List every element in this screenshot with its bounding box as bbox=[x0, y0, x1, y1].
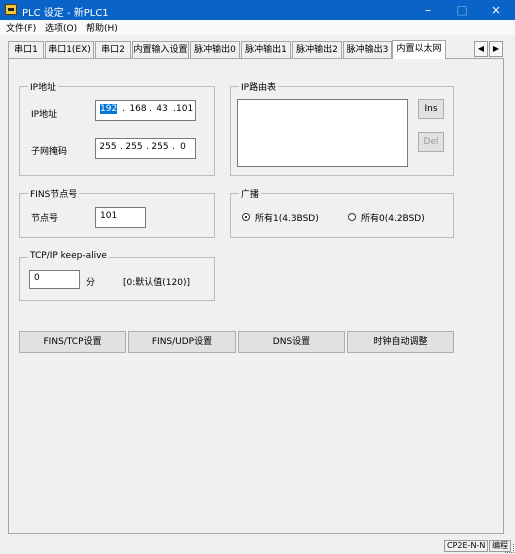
menu-bar: 文件(F) 选项(O) 帮助(H) bbox=[0, 20, 515, 35]
del-button[interactable]: Del bbox=[418, 132, 444, 152]
ins-button[interactable]: Ins bbox=[418, 99, 444, 119]
fins-tcp-settings-button[interactable]: FINS/TCP设置 bbox=[19, 331, 126, 353]
ip-dot-1: . bbox=[122, 104, 125, 114]
window-title: PLC 设定 - 新PLC1 bbox=[22, 8, 109, 19]
subnet-mask-label: 子网掩码 bbox=[31, 147, 68, 157]
ip-address-label: IP地址 bbox=[31, 110, 58, 120]
resize-grip-icon[interactable] bbox=[505, 544, 514, 553]
status-plc-model: CP2E-N-N bbox=[444, 540, 489, 552]
ip-octet-1: 192 bbox=[100, 104, 118, 114]
node-number-input[interactable]: 101 bbox=[95, 207, 146, 228]
broadcast-option-all-zeros-label: 所有0(4.2BSD) bbox=[361, 214, 425, 224]
menu-help[interactable]: 帮助(H) bbox=[86, 21, 118, 34]
keepalive-group-title: TCP/IP keep-alive bbox=[28, 251, 109, 261]
fins-udp-settings-button[interactable]: FINS/UDP设置 bbox=[128, 331, 236, 353]
plc-app-icon bbox=[5, 4, 17, 15]
ip-route-list[interactable] bbox=[237, 99, 408, 167]
tab-serial-2[interactable]: 串口2 bbox=[95, 41, 131, 58]
ip-octet-2: 168 bbox=[129, 104, 147, 114]
mask-dot-2: . bbox=[146, 142, 149, 152]
keepalive-input[interactable]: 0 bbox=[29, 270, 80, 289]
maximize-button[interactable]: □ bbox=[444, 0, 480, 20]
radio-selected-icon bbox=[242, 213, 250, 221]
title-bar: PLC 设定 - 新PLC1 – □ × bbox=[0, 0, 515, 20]
mask-octet-4: 0 bbox=[180, 142, 186, 152]
status-bar: CP2E-N-N 编程 bbox=[0, 538, 515, 554]
tab-builtin-input[interactable]: 内置输入设置 bbox=[132, 41, 189, 58]
tab-builtin-ethernet[interactable]: 内置以太网 bbox=[392, 40, 446, 59]
tab-serial-1-ex[interactable]: 串口1(EX) bbox=[45, 41, 94, 58]
broadcast-option-all-ones-label: 所有1(4.3BSD) bbox=[255, 214, 319, 224]
tab-strip: 串口1 串口1(EX) 串口2 内置输入设置 脉冲输出0 脉冲输出1 脉冲输出2… bbox=[8, 40, 504, 59]
close-button[interactable]: × bbox=[478, 0, 514, 20]
clock-auto-adjust-button[interactable]: 时钟自动调整 bbox=[347, 331, 454, 353]
menu-options[interactable]: 选项(O) bbox=[45, 21, 77, 34]
keepalive-unit-label: 分 bbox=[86, 278, 96, 288]
tab-serial-1[interactable]: 串口1 bbox=[8, 41, 44, 58]
mask-dot-1: . bbox=[120, 142, 123, 152]
broadcast-group-title: 广播 bbox=[239, 187, 262, 200]
mask-octet-2: 255 bbox=[125, 142, 143, 152]
tab-scroll-left-button[interactable]: ◀ bbox=[474, 41, 488, 57]
radio-unselected-icon bbox=[348, 213, 356, 221]
keepalive-default-note: [0:默认值(120)] bbox=[123, 278, 190, 288]
ip-route-group-title: IP路由表 bbox=[239, 80, 279, 93]
fins-node-group-title: FINS节点号 bbox=[28, 187, 80, 200]
ip-address-input[interactable]: 192 . 168 . 43 . 101 bbox=[95, 100, 196, 121]
ip-octet-4: 101 bbox=[176, 104, 194, 114]
minimize-button[interactable]: – bbox=[410, 0, 446, 20]
broadcast-option-all-zeros[interactable]: 所有0(4.2BSD) bbox=[348, 211, 438, 224]
node-number-label: 节点号 bbox=[31, 214, 59, 224]
broadcast-option-all-ones[interactable]: 所有1(4.3BSD) bbox=[242, 211, 332, 224]
tab-pulse-2[interactable]: 脉冲输出2 bbox=[292, 41, 342, 58]
ip-address-group-title: IP地址 bbox=[28, 80, 59, 93]
ip-octet-3: 43 bbox=[156, 104, 168, 114]
ip-dot-2: . bbox=[149, 104, 152, 114]
tab-pulse-0[interactable]: 脉冲输出0 bbox=[190, 41, 240, 58]
tab-pulse-3[interactable]: 脉冲输出3 bbox=[343, 41, 392, 58]
subnet-mask-input[interactable]: 255 . 255 . 255 . 0 bbox=[95, 138, 196, 159]
dns-settings-button[interactable]: DNS设置 bbox=[238, 331, 345, 353]
tab-pulse-1[interactable]: 脉冲输出1 bbox=[241, 41, 291, 58]
mask-octet-1: 255 bbox=[99, 142, 117, 152]
tab-scroll-right-button[interactable]: ▶ bbox=[489, 41, 503, 57]
menu-file[interactable]: 文件(F) bbox=[6, 21, 36, 34]
mask-dot-3: . bbox=[172, 142, 175, 152]
mask-octet-3: 255 bbox=[151, 142, 169, 152]
